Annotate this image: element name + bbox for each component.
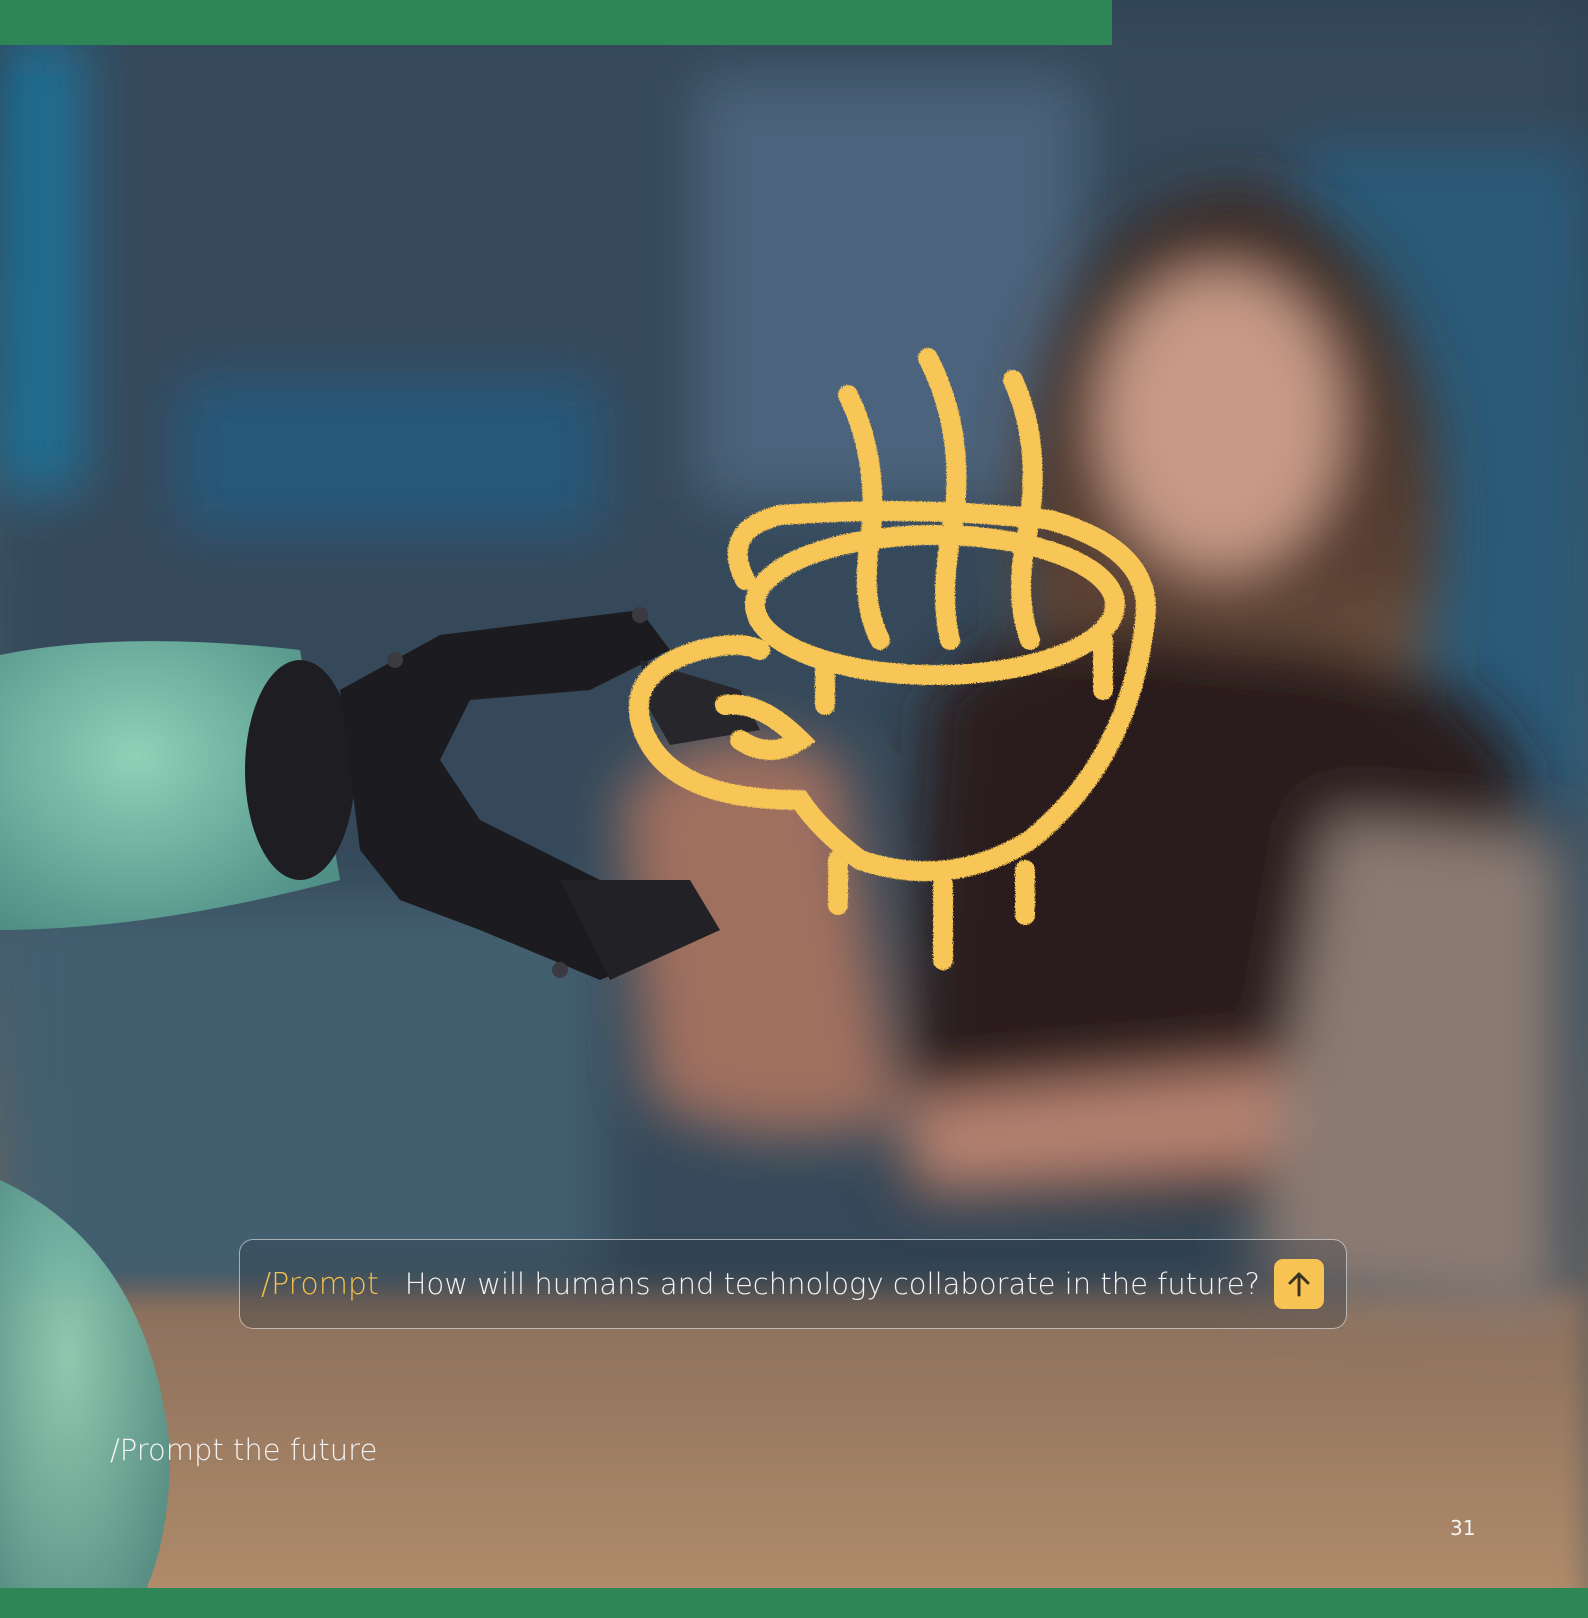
- caption-text: /Prompt the future: [110, 1433, 378, 1467]
- arrow-up-icon: [1288, 1272, 1310, 1297]
- page: /Prompt How will humans and technology c…: [0, 0, 1588, 1618]
- prompt-input-bar[interactable]: /Prompt How will humans and technology c…: [239, 1239, 1347, 1329]
- background-photo: [0, 0, 1588, 1618]
- page-number: 31: [1450, 1516, 1476, 1540]
- top-brand-bar: [0, 0, 1112, 45]
- bottom-brand-bar: [0, 1588, 1588, 1618]
- prompt-label: /Prompt: [261, 1266, 379, 1302]
- send-button[interactable]: [1274, 1259, 1324, 1309]
- prompt-text[interactable]: How will humans and technology collabora…: [405, 1267, 1274, 1301]
